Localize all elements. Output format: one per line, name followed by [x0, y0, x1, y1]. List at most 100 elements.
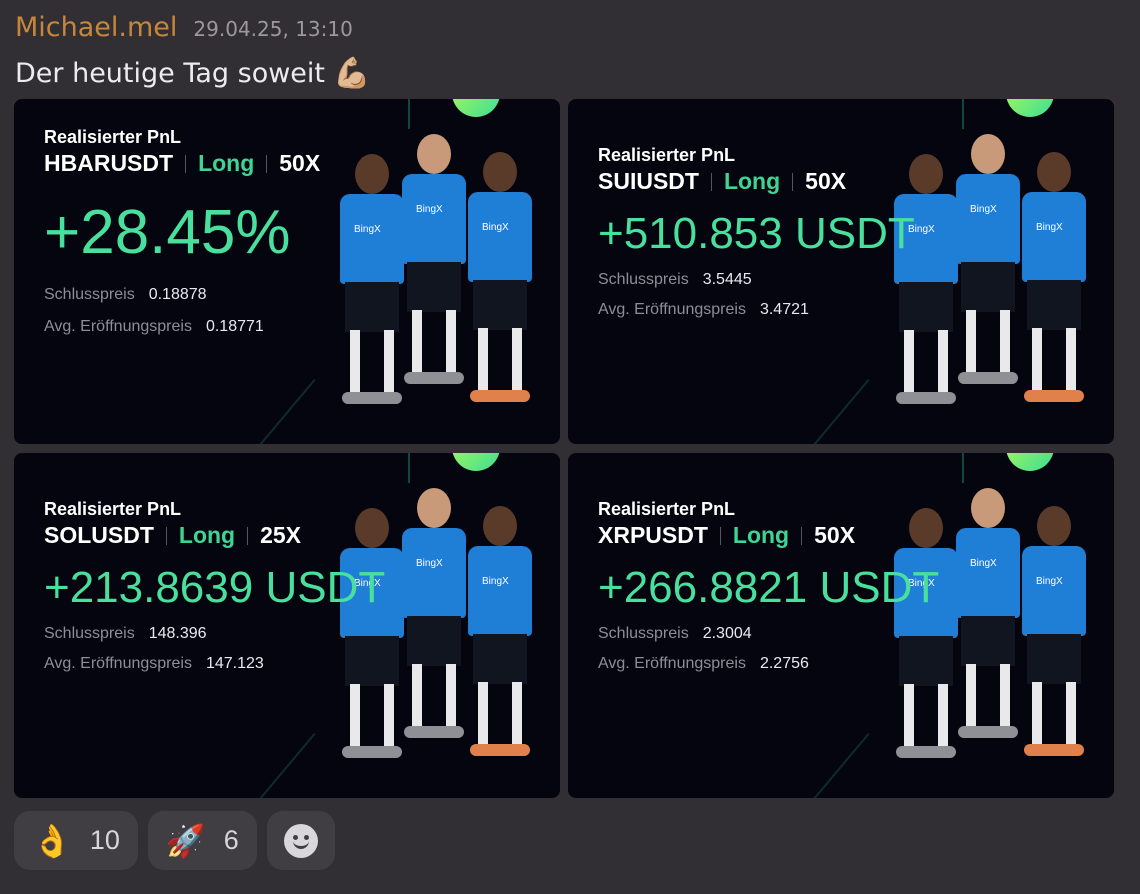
- player-shorts: [407, 262, 461, 312]
- player-legs: [904, 684, 948, 748]
- trade-direction: Long: [198, 150, 255, 176]
- pnl-card-image[interactable]: Realisierter PnL XRPUSDT Long 50X +266.8…: [568, 453, 1114, 798]
- player-shorts: [345, 282, 399, 332]
- open-price-row: Avg. Eröffnungspreis 3.4721: [598, 301, 915, 319]
- decorative-line: [408, 99, 410, 129]
- jersey-brand: BingX: [482, 222, 509, 233]
- jersey-brand: BingX: [970, 558, 997, 569]
- ok-hand-icon: 👌: [32, 821, 72, 860]
- pnl-info: Realisierter PnL HBARUSDT Long 50X +28.4…: [44, 127, 320, 336]
- separator: [165, 526, 167, 545]
- close-price-value: 2.3004: [702, 625, 752, 642]
- message-header: Michael.mel 29.04.25, 13:10: [15, 12, 353, 43]
- close-price-label: Schlusspreis: [598, 271, 689, 288]
- jersey-brand: BingX: [416, 204, 443, 215]
- pnl-value: +510.853 USDT: [598, 209, 915, 258]
- open-price-label: Avg. Eröffnungspreis: [598, 301, 746, 318]
- bingx-logo-swirl-icon: [1006, 99, 1054, 117]
- pnl-label: Realisierter PnL: [44, 499, 182, 519]
- player-head: [355, 154, 389, 194]
- open-price-row: Avg. Eröffnungspreis 0.18771: [44, 318, 320, 336]
- close-price-row: Schlusspreis 2.3004: [598, 625, 939, 643]
- message-timestamp: 29.04.25, 13:10: [193, 17, 353, 41]
- player-legs: [412, 664, 456, 728]
- player-legs: [966, 664, 1010, 728]
- open-price-label: Avg. Eröffnungspreis: [44, 318, 192, 335]
- leverage: 25X: [260, 522, 302, 548]
- player-jersey: [402, 528, 466, 618]
- close-price-value: 148.396: [148, 625, 207, 642]
- player-boots: [404, 726, 464, 738]
- open-price-value: 0.18771: [205, 318, 264, 335]
- separator: [185, 154, 187, 173]
- jersey-brand: BingX: [970, 204, 997, 215]
- pnl-card-image[interactable]: Realisierter PnL SUIUSDT Long 50X +510.8…: [568, 99, 1114, 444]
- player-head: [1037, 506, 1071, 546]
- pnl-info: Realisierter PnL SOLUSDT Long 25X +213.8…: [44, 499, 385, 673]
- player-legs: [1032, 682, 1076, 746]
- add-reaction-button[interactable]: [266, 811, 335, 870]
- player-legs: [478, 328, 522, 392]
- player-legs: [478, 682, 522, 746]
- player-boots: [1024, 744, 1084, 756]
- player-boots: [1024, 390, 1084, 402]
- player-head: [417, 134, 451, 174]
- player-jersey: [402, 174, 466, 264]
- player-jersey: [956, 174, 1020, 264]
- pair-row: XRPUSDT Long 50X: [598, 522, 939, 549]
- player-shorts: [473, 280, 527, 330]
- pnl-info: Realisierter PnL XRPUSDT Long 50X +266.8…: [598, 499, 939, 673]
- reaction-ok-hand[interactable]: 👌 10: [14, 811, 138, 870]
- player-shorts: [1027, 634, 1081, 684]
- decorative-diagonal: [739, 379, 870, 444]
- player-jersey: [468, 546, 532, 636]
- player-head: [971, 134, 1005, 174]
- pair-row: HBARUSDT Long 50X: [44, 150, 320, 177]
- open-price-row: Avg. Eröffnungspreis 2.2756: [598, 655, 939, 673]
- jersey-brand: BingX: [482, 576, 509, 587]
- jersey-brand: BingX: [354, 224, 381, 235]
- message-body: Der heutige Tag soweit: [15, 58, 325, 89]
- jersey-brand: BingX: [1036, 576, 1063, 587]
- close-price-row: Schlusspreis 0.18878: [44, 286, 320, 304]
- reactions-bar: 👌 10 🚀 6: [14, 811, 335, 870]
- pnl-label: Realisierter PnL: [598, 145, 736, 165]
- player-boots: [342, 746, 402, 758]
- players-illustration: BingX BingX BingX: [340, 134, 540, 434]
- leverage: 50X: [814, 522, 856, 548]
- trade-direction: Long: [732, 522, 790, 548]
- player-boots: [896, 746, 956, 758]
- bingx-logo-swirl-icon: [452, 453, 500, 471]
- player-boots: [958, 726, 1018, 738]
- player-head: [1037, 152, 1071, 192]
- player-legs: [412, 310, 456, 374]
- pnl-value: +266.8821 USDT: [598, 563, 940, 612]
- message-text: Der heutige Tag soweit 💪🏼: [15, 56, 370, 91]
- trade-direction: Long: [178, 522, 236, 548]
- player-shorts: [1027, 280, 1081, 330]
- close-price-value: 3.5445: [702, 271, 752, 288]
- player-head: [483, 152, 517, 192]
- player-shorts: [473, 634, 527, 684]
- decorative-line: [408, 453, 410, 483]
- decorative-line: [962, 99, 964, 129]
- pnl-card-image[interactable]: Realisierter PnL SOLUSDT Long 25X +213.8…: [14, 453, 560, 798]
- reaction-rocket[interactable]: 🚀 6: [147, 811, 257, 870]
- pnl-info: Realisierter PnL SUIUSDT Long 50X +510.8…: [598, 145, 915, 319]
- player-shorts: [407, 616, 461, 666]
- close-price-value: 0.18878: [148, 286, 207, 303]
- bingx-logo-swirl-icon: [1006, 453, 1054, 471]
- jersey-brand: BingX: [416, 558, 443, 569]
- pnl-card-image[interactable]: Realisierter PnL HBARUSDT Long 50X +28.4…: [14, 99, 560, 444]
- reaction-count: 6: [223, 825, 239, 855]
- decorative-diagonal: [185, 733, 316, 798]
- trading-pair: SOLUSDT: [44, 522, 154, 548]
- player-boots: [342, 392, 402, 404]
- decorative-diagonal: [185, 379, 316, 444]
- pnl-label: Realisierter PnL: [44, 127, 182, 147]
- separator: [792, 172, 794, 191]
- player-boots: [470, 390, 530, 402]
- pair-row: SUIUSDT Long 50X: [598, 168, 915, 195]
- rocket-icon: 🚀: [165, 821, 206, 860]
- message-author[interactable]: Michael.mel: [15, 12, 177, 43]
